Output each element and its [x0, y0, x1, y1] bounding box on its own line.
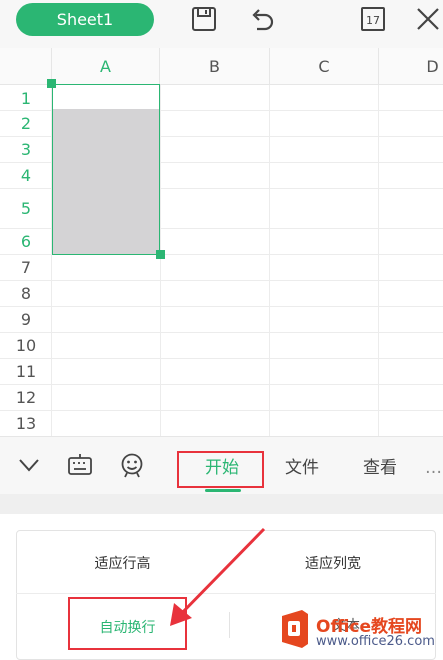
row-header-10[interactable]: 10 [0, 333, 52, 359]
row-gridline [0, 384, 443, 385]
selection-start-handle[interactable] [47, 79, 56, 88]
row-header-8[interactable]: 8 [0, 281, 52, 307]
row-header-3[interactable]: 3 [0, 137, 52, 163]
tab-annotation-box [177, 451, 264, 488]
column-header-b[interactable]: B [160, 48, 270, 85]
watermark-url: www.office26.com [316, 634, 435, 649]
panel-separator [0, 494, 443, 514]
grid-corner[interactable] [0, 48, 52, 85]
cell-selection[interactable] [52, 84, 160, 255]
emoji-icon[interactable] [118, 451, 146, 479]
row-header-12[interactable]: 12 [0, 385, 52, 411]
spreadsheet-grid[interactable]: A B C D 1 2 3 4 5 6 7 8 9 10 11 12 13 [0, 48, 443, 436]
selection-end-handle[interactable] [156, 250, 165, 259]
row-header-2[interactable]: 2 [0, 111, 52, 137]
row-header-1[interactable]: 1 [0, 86, 52, 111]
column-gridline [269, 85, 270, 436]
column-header-c[interactable]: C [270, 48, 379, 85]
tab-more-partial[interactable]: … [424, 450, 443, 486]
sheet-tab[interactable]: Sheet1 [16, 3, 154, 36]
undo-icon[interactable] [247, 4, 277, 34]
row-header-7[interactable]: 7 [0, 255, 52, 281]
annotation-arrow [170, 527, 266, 626]
row-header-9[interactable]: 9 [0, 307, 52, 333]
save-icon[interactable] [189, 4, 219, 34]
tab-view[interactable]: 查看 [355, 450, 405, 486]
column-gridline [160, 85, 161, 436]
row-header-6[interactable]: 6 [0, 229, 52, 255]
row-header-4[interactable]: 4 [0, 163, 52, 189]
close-icon[interactable] [413, 4, 443, 34]
tab-file[interactable]: 文件 [276, 450, 328, 486]
row-gridline [0, 280, 443, 281]
row-gridline [0, 332, 443, 333]
row-gridline [0, 358, 443, 359]
row-header-11[interactable]: 11 [0, 359, 52, 385]
office-logo-icon [282, 610, 308, 648]
row-header-5[interactable]: 5 [0, 189, 52, 229]
chevron-down-icon[interactable] [15, 451, 43, 479]
top-bar: Sheet1 17 [0, 0, 443, 48]
row-gridline [0, 410, 443, 411]
column-gridline [378, 85, 379, 436]
keyboard-icon[interactable] [66, 451, 94, 479]
active-tab-indicator [205, 489, 241, 492]
row-gridline [0, 306, 443, 307]
column-header-d[interactable]: D [379, 48, 443, 85]
calendar-icon[interactable]: 17 [358, 4, 388, 34]
row-header-13[interactable]: 13 [0, 411, 52, 436]
calendar-day: 17 [366, 14, 380, 27]
column-header-a[interactable]: A [52, 48, 160, 85]
